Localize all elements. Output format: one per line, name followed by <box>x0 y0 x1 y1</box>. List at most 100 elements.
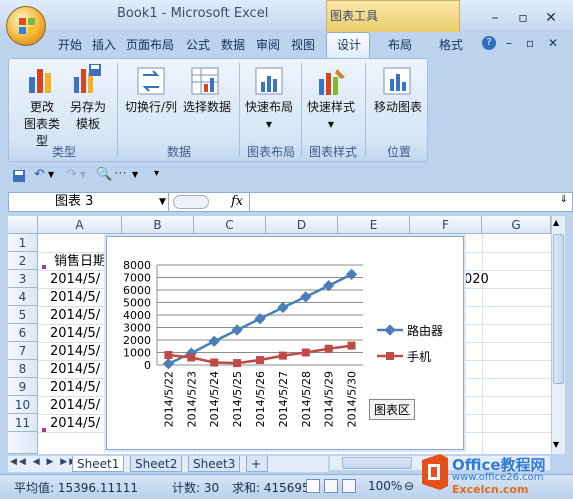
print-preview-icon[interactable]: 🔍 <box>96 167 112 182</box>
group-label-data: 数据 <box>166 145 191 159</box>
row-header[interactable]: 3 <box>8 270 38 288</box>
cell-a9[interactable]: 2014/5/ <box>50 379 100 397</box>
undo-icon[interactable]: ↶ <box>34 167 45 182</box>
customize-qat-icon[interactable]: ▾ <box>154 168 159 179</box>
quick-styles-button[interactable]: 快速样式 ▼ <box>305 99 357 133</box>
insert-sheet-icon[interactable]: + <box>246 456 268 472</box>
chevron-down-icon[interactable]: ▼ <box>80 170 86 179</box>
tab-formulas[interactable]: 公式 <box>186 36 210 53</box>
scroll-down-icon[interactable]: ▼ <box>553 440 559 449</box>
window-title: Book1 - Microsoft Excel <box>117 6 269 21</box>
minimize-button[interactable]: – <box>486 10 504 26</box>
quick-styles-label: 快速样式 <box>306 100 355 114</box>
group-label-location: 位置 <box>386 145 411 159</box>
tab-data[interactable]: 数据 <box>221 36 245 53</box>
row-header[interactable]: 10 <box>8 396 38 414</box>
workbook-close-icon[interactable]: ✕ <box>548 36 558 50</box>
sheet-nav-icons[interactable]: ◀◀ ◀ ▶ ▶▶ <box>10 457 78 467</box>
cell-a10[interactable]: 2014/5/ <box>50 397 100 415</box>
scroll-up-icon[interactable]: ▲ <box>553 218 559 227</box>
cell-a5[interactable]: 2014/5/ <box>50 307 100 325</box>
vertical-scroll-thumb[interactable] <box>553 234 564 384</box>
formula-expand-control[interactable] <box>173 195 209 209</box>
move-chart-button[interactable]: 移动图表 <box>369 99 427 116</box>
help-icon[interactable]: ? <box>482 36 496 50</box>
column-header-g[interactable]: G <box>482 216 551 234</box>
row-header[interactable]: 5 <box>8 306 38 324</box>
context-tab-title: 图表工具 <box>330 9 379 23</box>
cell-a3[interactable]: 2014/5/ <box>50 271 100 289</box>
cell-a11[interactable]: 2014/5/ <box>50 415 100 433</box>
x-tick-label: 2014/5/22 <box>162 371 175 427</box>
expand-formula-bar-icon[interactable]: ⇓ <box>560 194 568 205</box>
column-header-d[interactable]: D <box>266 216 338 234</box>
tab-design[interactable]: 设计 <box>337 36 361 53</box>
maximize-button[interactable]: ▫ <box>514 10 532 26</box>
tab-review[interactable]: 审阅 <box>256 36 280 53</box>
chart-area-tooltip: 图表区 <box>369 399 416 420</box>
cell-a8[interactable]: 2014/5/ <box>50 361 100 379</box>
row-header[interactable]: 1 <box>8 234 38 252</box>
column-header-f[interactable]: F <box>410 216 482 234</box>
tab-format[interactable]: 格式 <box>439 36 463 53</box>
chevron-down-icon[interactable]: ▼ <box>132 170 138 179</box>
row-header[interactable] <box>8 432 38 454</box>
cell-a6[interactable]: 2014/5/ <box>50 325 100 343</box>
save-as-template-button[interactable]: 另存为 模板 <box>67 99 109 133</box>
horizontal-scroll-thumb[interactable] <box>342 457 412 469</box>
quick-layout-label: 快速布局 <box>244 100 293 114</box>
sheet-tab-3[interactable]: Sheet3 <box>188 456 241 472</box>
cell-a7[interactable]: 2014/5/ <box>50 343 100 361</box>
sheet-tab-2[interactable]: Sheet2 <box>130 456 183 472</box>
row-header[interactable]: 8 <box>8 360 38 378</box>
column-header-b[interactable]: B <box>122 216 194 234</box>
row-header[interactable]: 2 <box>8 252 38 270</box>
ribbon-restore-icon[interactable]: ▫ <box>526 36 534 50</box>
name-box[interactable]: 图表 3 <box>9 193 169 211</box>
column-header-c[interactable]: C <box>194 216 266 234</box>
select-data-button[interactable]: 选择数据 <box>181 99 233 116</box>
data-point <box>233 359 242 368</box>
redo-icon[interactable]: ↷ <box>66 167 77 182</box>
ribbon-minimize-icon[interactable]: – <box>506 36 512 50</box>
chart-area[interactable]: 0 1000 2000 3000 4000 5000 6000 7000 8000 2014/5/… <box>106 236 464 450</box>
cell-f3[interactable]: 020 <box>464 271 489 289</box>
page-break-view-icon[interactable] <box>342 479 356 493</box>
close-button[interactable]: ✕ <box>542 10 560 26</box>
sheet-tab-1[interactable]: Sheet1 <box>72 456 125 472</box>
vertical-scrollbar[interactable]: ▲ ▼ <box>551 216 565 454</box>
office-button[interactable] <box>6 6 46 46</box>
group-label-type: 类型 <box>51 145 76 159</box>
tab-insert[interactable]: 插入 <box>92 36 116 53</box>
quick-layout-button[interactable]: 快速布局 ▼ <box>243 99 295 133</box>
tab-layout[interactable]: 布局 <box>388 36 412 53</box>
column-header-a[interactable]: A <box>38 216 122 234</box>
quick-layout-icon <box>255 67 283 95</box>
zoom-out-icon[interactable]: ⊖ <box>404 479 414 493</box>
chevron-down-icon[interactable]: ▼ <box>159 197 166 207</box>
switch-row-column-button[interactable]: 切换行/列 <box>121 99 181 116</box>
row-header[interactable]: 6 <box>8 324 38 342</box>
page-layout-view-icon[interactable] <box>324 479 338 493</box>
y-tick-label: 5000 <box>123 297 151 310</box>
formula-input[interactable] <box>252 193 552 211</box>
tab-view[interactable]: 视图 <box>291 36 315 53</box>
cell-a2[interactable]: 销售日期 <box>54 253 106 271</box>
normal-view-icon[interactable] <box>306 479 320 493</box>
tab-home[interactable]: 开始 <box>58 36 82 53</box>
row-header[interactable]: 4 <box>8 288 38 306</box>
tab-page-layout[interactable]: 页面布局 <box>126 36 174 53</box>
cell-a4[interactable]: 2014/5/ <box>50 289 100 307</box>
chevron-down-icon[interactable]: ▼ <box>48 170 54 179</box>
y-tick-label: 8000 <box>123 259 151 272</box>
select-all-corner[interactable] <box>8 216 38 234</box>
data-point <box>301 348 310 357</box>
save-icon[interactable] <box>12 169 26 183</box>
insert-function-icon[interactable]: fx <box>231 194 243 209</box>
row-header[interactable]: 11 <box>8 414 38 432</box>
column-header-e[interactable]: E <box>338 216 410 234</box>
marquee-select-icon[interactable]: ⋯ <box>114 166 127 181</box>
zoom-level[interactable]: 100% <box>368 479 402 493</box>
row-header[interactable]: 9 <box>8 378 38 396</box>
row-header[interactable]: 7 <box>8 342 38 360</box>
